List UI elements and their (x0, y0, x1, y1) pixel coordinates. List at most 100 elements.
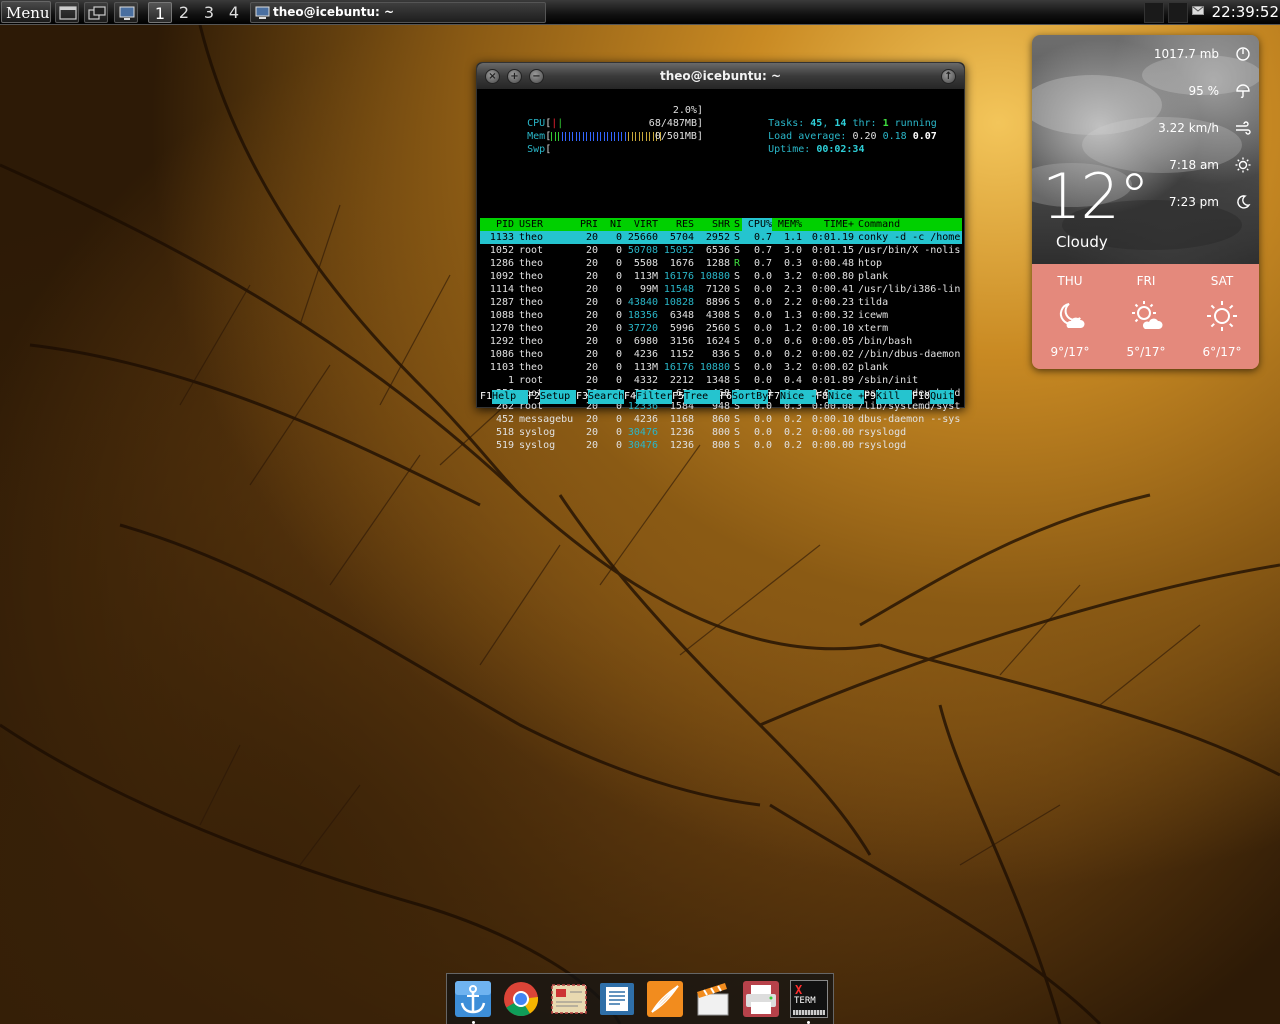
table-row[interactable]: 1052 root 20 0 50708 15052 6536 S 0.7 3.0 0:01.15 /… (480, 244, 962, 257)
window-list-button[interactable] (84, 2, 108, 23)
forecast-temps: 6°/17° (1202, 345, 1242, 359)
table-row[interactable]: 1088 theo 20 0 18356 6348 4308 S 0.0 1.3 0:00.32 ic… (480, 309, 962, 322)
workspace-4[interactable]: 4 (222, 2, 246, 23)
uptime-line: Uptime: 00:02:34 (732, 130, 864, 155)
fkey-f5[interactable]: F5Tree (672, 390, 721, 404)
col-ni[interactable]: NI (600, 218, 622, 231)
close-button[interactable]: × (485, 69, 500, 84)
task-button-terminal[interactable]: theo@icebuntu: ~ (250, 2, 546, 23)
table-row[interactable]: 518 syslog 20 0 30476 1236 800 S 0.0 0.2 0:00.00 rs… (480, 426, 962, 439)
workspace-2[interactable]: 2 (172, 2, 196, 23)
workspace-1[interactable]: 1 (148, 2, 172, 23)
menu-button[interactable]: Menu (1, 1, 51, 23)
col-virt[interactable]: VIRT (622, 218, 658, 231)
swp-meter: Swp[ 0/501MB] (527, 131, 703, 155)
table-row[interactable]: 1286 theo 20 0 5508 1676 1288 R 0.7 0.3 0:00.48 hto… (480, 257, 962, 270)
fkey-key: F9 (864, 391, 877, 402)
fkey-f2[interactable]: F2Setup (528, 390, 577, 404)
proc-virt: 50708 (627, 245, 658, 256)
swp-value: 0/501MB (654, 131, 697, 142)
process-table: PID USER PRI NI VIRT RES SHR S CPU% MEM%… (480, 218, 962, 452)
col-pid[interactable]: PID (480, 218, 514, 231)
document-icon[interactable] (598, 980, 636, 1018)
fkey-f6[interactable]: F6SortBy (720, 390, 769, 404)
minimize-button[interactable]: − (529, 69, 544, 84)
table-row[interactable]: 1092 theo 20 0 113M 16176 10880 S 0.0 3.2 0:00.80 p… (480, 270, 962, 283)
fkey-label: Kill (876, 390, 913, 404)
col-cpu[interactable]: CPU% (742, 218, 772, 231)
proc-state: S (734, 414, 741, 425)
proc-ni: 0 (615, 440, 622, 451)
htop-view[interactable]: CPU[|| 2.0%] Mem[ 68/487MB] Swp[ 0/501MB… (480, 90, 962, 451)
weather-widget[interactable]: 1017.7 mb 95 % 3.22 km/h 7:18 am 7:23 pm… (1032, 35, 1259, 369)
xterm-icon[interactable]: X TERM (790, 980, 828, 1018)
proc-cpu: 0.0 (753, 414, 772, 425)
table-row[interactable]: 1114 theo 20 0 99M 11548 7120 S 0.0 2.3 0:00.41/us… (480, 283, 962, 296)
window-menu-button[interactable]: ↑ (941, 69, 956, 84)
tray-slot[interactable] (1168, 2, 1188, 23)
window-title: theo@icebuntu: ~ (659, 69, 781, 83)
moon-cloud-icon (1059, 303, 1085, 328)
table-row[interactable]: 519 syslog 20 0 30476 1236 800 S 0.0 0.2 0:00.00 rs… (480, 439, 962, 452)
fkey-f4[interactable]: F4Filter (624, 390, 673, 404)
proc-user: theo (519, 349, 544, 360)
tray-slot[interactable] (1144, 2, 1164, 23)
fkey-f7[interactable]: F7Nice - (768, 390, 817, 404)
proc-pri: 20 (585, 271, 598, 282)
proc-virt: 30476 (627, 440, 658, 451)
proc-cpu: 0.0 (753, 336, 772, 347)
chrome-icon[interactable] (502, 980, 540, 1018)
proc-res: 3156 (669, 336, 694, 347)
col-state[interactable]: S (734, 218, 742, 231)
proc-user: root (519, 245, 544, 256)
wind-icon (1236, 121, 1251, 135)
table-row[interactable]: 452 messagebu 20 0 4236 1168 860 S 0.0 0.2 0:00.10… (480, 413, 962, 426)
fkey-f9[interactable]: F9Kill (864, 390, 913, 404)
table-row[interactable]: 1292 theo 20 0 6980 3156 1624 S 0.0 0.6 0:00.05/bi… (480, 335, 962, 348)
clock[interactable]: 22:39:52 (1209, 2, 1279, 23)
col-shr[interactable]: SHR (694, 218, 730, 231)
terminal-launcher-button[interactable] (114, 2, 138, 23)
proc-state: S (734, 271, 741, 282)
table-row[interactable]: 1270 theo 20 0 37720 5996 2560 S 0.0 1.2 0:00.10 xt… (480, 322, 962, 335)
fkey-f1[interactable]: F1Help (480, 390, 529, 404)
printer-icon[interactable] (742, 980, 780, 1018)
fkey-f10[interactable]: F10Quit (912, 390, 955, 404)
proc-shr: 1624 (705, 336, 730, 347)
proc-user: syslog (519, 427, 556, 438)
sun-cloud-icon (1132, 301, 1163, 329)
mail-icon[interactable] (550, 980, 588, 1018)
proc-pri: 20 (585, 414, 598, 425)
proc-time: 0:00.02 (811, 362, 854, 373)
table-row[interactable]: 1086 theo 20 0 4236 1152 836 S 0.0 0.2 0:00.02 //bi… (480, 348, 962, 361)
col-pri[interactable]: PRI (580, 218, 598, 231)
show-desktop-button[interactable] (55, 2, 79, 23)
table-row[interactable]: 1103 theo 20 0 113M 16176 10880 S 0.0 3.2 0:00.02 p… (480, 361, 962, 374)
workspace-3[interactable]: 3 (197, 2, 221, 23)
fkey-f8[interactable]: F8Nice + (816, 390, 865, 404)
mem-meter: Mem[ 68/487MB] (527, 118, 703, 142)
fkey-f3[interactable]: F3Search (576, 390, 625, 404)
proc-time: 0:00.23 (811, 297, 854, 308)
proc-command: htop (858, 258, 883, 269)
proc-time: 0:00.80 (811, 271, 854, 282)
col-res[interactable]: RES (658, 218, 694, 231)
proc-command: icewm (858, 310, 889, 321)
maximize-button[interactable]: + (507, 69, 522, 84)
col-time[interactable]: TIME+ (804, 218, 854, 231)
table-row[interactable]: 1 root 20 0 4332 2212 1348 S 0.0 0.4 0:01.89/sbin/… (480, 374, 962, 387)
orange-icon[interactable] (646, 980, 684, 1018)
proc-time: 0:00.00 (811, 440, 854, 451)
proc-cpu: 0.0 (753, 271, 772, 282)
anchor-icon[interactable] (454, 980, 492, 1018)
mail-icon[interactable] (1192, 6, 1204, 15)
proc-ni: 0 (615, 375, 622, 386)
proc-time: 0:00.32 (811, 310, 854, 321)
col-command[interactable]: Command (858, 218, 962, 231)
col-mem[interactable]: MEM% (772, 218, 802, 231)
clapper-icon[interactable] (694, 980, 732, 1018)
col-user[interactable]: USER (519, 218, 579, 231)
table-row[interactable]: 1287 theo 20 0 43840 10828 8896 S 0.0 2.2 0:00.23 t… (480, 296, 962, 309)
proc-shr: 4308 (705, 310, 730, 321)
table-row[interactable]: 1133 theo 20 0 25660 5704 2952 S 0.7 1.1 0:01.19 co… (480, 231, 962, 244)
